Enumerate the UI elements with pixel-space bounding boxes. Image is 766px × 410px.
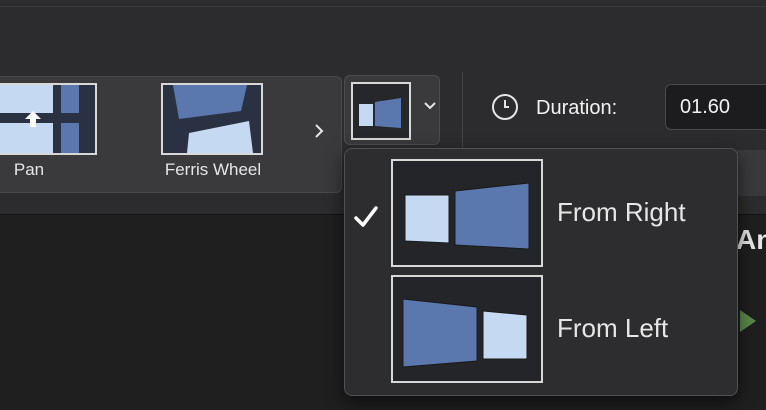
from-left-label: From Left [557, 313, 669, 343]
from-left-thumbnail [391, 275, 543, 383]
duration-label: Duration: [536, 97, 618, 119]
ribbon-top-divider [0, 6, 766, 7]
background-tab [736, 150, 766, 196]
clock-icon [492, 94, 518, 120]
ferris-wheel-preview-icon [163, 85, 261, 153]
effect-options-menu: From Right From Left [344, 148, 738, 396]
from-right-preview-icon [359, 98, 401, 128]
pan-preview-icon [0, 85, 95, 153]
transition-thumb-pan[interactable] [0, 83, 97, 155]
animation-pane-title-fragment: An [736, 224, 766, 255]
toolbar-divider [462, 72, 463, 148]
from-left-preview-icon [402, 298, 528, 368]
transition-thumb-ferris-wheel[interactable] [161, 83, 263, 155]
transition-label-pan: Pan [13, 160, 45, 179]
duration-input[interactable] [665, 84, 766, 130]
effect-options-preview [351, 82, 411, 140]
from-right-label: From Right [557, 197, 686, 227]
play-icon[interactable] [740, 310, 756, 332]
chevron-right-icon[interactable] [313, 122, 325, 145]
transition-label-ferris-wheel: Ferris Wheel [164, 160, 262, 179]
checkmark-icon [354, 206, 378, 227]
chevron-down-icon [423, 98, 437, 116]
from-right-thumbnail [391, 159, 543, 267]
transition-gallery: Pan Ferris Wheel [0, 76, 342, 193]
from-right-preview-icon [404, 182, 530, 250]
effect-options-button[interactable] [344, 75, 440, 145]
menu-item-from-left[interactable]: From Left [345, 273, 737, 383]
menu-item-from-right[interactable]: From Right [345, 157, 737, 267]
